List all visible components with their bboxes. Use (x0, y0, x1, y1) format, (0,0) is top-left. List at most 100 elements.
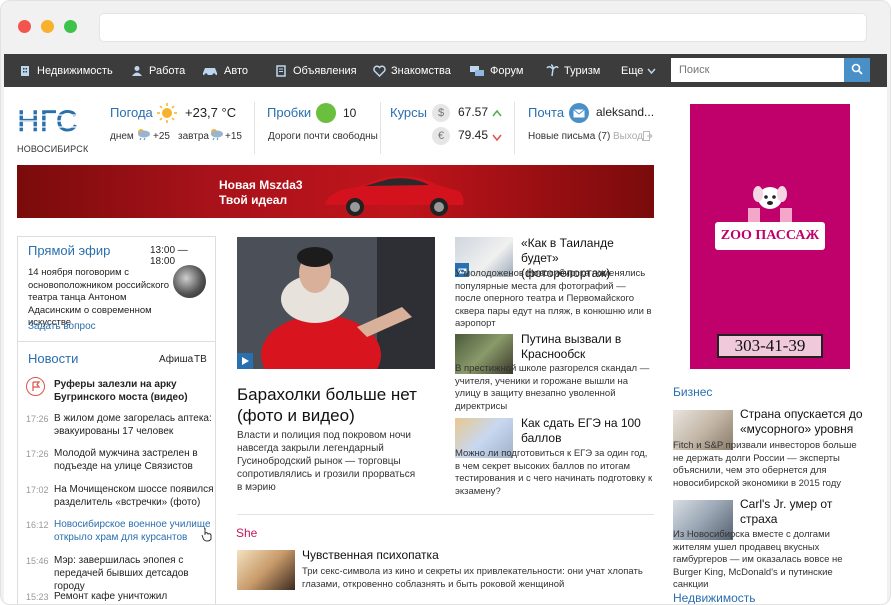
page: Недвижимость Работа Авто Объявления Знак… (4, 54, 887, 604)
business-title[interactable]: Страна опускается до «мусорного» уровня (740, 407, 868, 437)
zoo-phone: 303-41-39 (717, 334, 823, 358)
banner-line1: Новая Mszda3 (219, 178, 303, 192)
arrow-up-icon (492, 106, 502, 120)
news-item[interactable]: На Мочищенском шоссе появился разделител… (54, 483, 214, 509)
mail-link[interactable]: Почта (528, 105, 564, 120)
news-item[interactable]: Мэр: завершилась эпопея с передачей бывш… (54, 554, 214, 593)
nav-item-auto[interactable]: Авто (201, 54, 248, 87)
arrow-down-icon (492, 131, 502, 145)
mail-user[interactable]: aleksand... (596, 105, 654, 119)
nav-label: Недвижимость (37, 64, 113, 77)
news-tab-tv[interactable]: ТВ (194, 354, 207, 365)
nav-item-ads[interactable]: Объявления (274, 54, 357, 87)
day-temp: +25 (153, 131, 170, 142)
dollar-icon: $ (432, 104, 450, 122)
news-time: 17:02 (26, 485, 49, 495)
close-window-button[interactable] (18, 20, 31, 33)
cloud-rain-icon (135, 127, 151, 144)
car-icon (201, 64, 219, 78)
article-text: Можно ли подготовиться к ЕГЭ за один год… (455, 448, 653, 497)
nav-item-tourism[interactable]: Туризм (545, 54, 600, 87)
main-story-image[interactable] (237, 237, 435, 369)
banner-line2: Твой идеал (219, 193, 288, 207)
nav-label: Знакомства (391, 64, 451, 77)
traffic-status: Дороги почти свободны (268, 131, 378, 142)
search-input[interactable] (671, 58, 844, 82)
zoo-logo: ZOO ПАССАЖ (715, 222, 825, 250)
news-title[interactable]: Новости (28, 351, 78, 366)
flag-icon (26, 377, 45, 396)
nav-item-work[interactable]: Работа (130, 54, 185, 87)
divider (514, 102, 515, 154)
article-text: У молодоженов Новосибирска поменялись по… (455, 268, 652, 329)
maximize-window-button[interactable] (64, 20, 77, 33)
business-title[interactable]: Carl's Jr. умер от страха (740, 497, 868, 527)
ask-question-link[interactable]: Задать вопрос (28, 321, 96, 332)
nav-item-realty[interactable]: Недвижимость (18, 54, 113, 87)
traffic-link[interactable]: Пробки (267, 105, 311, 120)
euro-icon: € (432, 127, 450, 145)
divider (18, 341, 215, 342)
cloud-rain-icon (208, 127, 224, 144)
business-section-label[interactable]: Бизнес (673, 385, 712, 399)
search-button[interactable] (844, 58, 870, 82)
divider (237, 514, 654, 515)
logout-link[interactable]: Выход (613, 131, 643, 142)
rates-link[interactable]: Курсы (390, 105, 427, 120)
main-story-text: Власти и полиция под покровом ночи навсе… (237, 430, 416, 493)
car-image (325, 176, 464, 216)
hand-cursor-icon (201, 527, 213, 545)
palm-icon (545, 64, 559, 78)
building-icon (18, 64, 32, 78)
minimize-window-button[interactable] (41, 20, 54, 33)
usd-rate: 67.57 (458, 105, 489, 119)
article-title[interactable]: Как сдать ЕГЭ на 100 баллов (521, 416, 651, 446)
news-item[interactable]: В жилом доме загорелась аптека: эвакуиро… (54, 412, 214, 438)
work-icon (130, 64, 144, 78)
eur-rate: 79.45 (458, 128, 489, 142)
zoo-ad[interactable]: ZOO ПАССАЖ 303-41-39 (690, 104, 850, 369)
nav-more[interactable]: Еще (621, 54, 656, 87)
news-time: 15:23 (26, 592, 49, 602)
nav-more-label: Еще (621, 64, 644, 77)
article-text: В престижной школе разгорелся скандал — … (455, 363, 650, 412)
news-item[interactable]: Молодой мужчина застрелен в подъезде на … (54, 447, 214, 473)
realty-section-label[interactable]: Недвижимость (673, 591, 756, 604)
traffic-score: 10 (343, 106, 357, 120)
heart-icon (372, 64, 386, 78)
news-tab-afisha[interactable]: Афиша (159, 354, 193, 365)
car-banner[interactable]: Новая Mszda3 Твой идеал (17, 165, 654, 218)
ngs-logo[interactable]: НГС (17, 101, 79, 139)
live-title[interactable]: Прямой эфир (28, 243, 110, 258)
nav-label: Объявления (293, 64, 357, 77)
nav-item-dating[interactable]: Знакомства (372, 54, 451, 87)
news-item[interactable]: Руферы залезли на арку Бугринского моста… (54, 378, 214, 404)
logout-icon (643, 130, 653, 144)
nav-item-forum[interactable]: Форум (469, 54, 523, 87)
business-text: Fitch и S&P призвали инвесторов больше н… (673, 440, 857, 489)
tomorrow-temp: +15 (225, 131, 242, 142)
nav-label: Туризм (564, 64, 601, 77)
article-title[interactable]: Путина вызвали в Краснообск (521, 332, 651, 362)
video-play-icon (237, 353, 253, 369)
sun-icon (156, 102, 178, 127)
divider (254, 102, 255, 154)
news-time: 16:12 (26, 520, 49, 530)
new-letters-link[interactable]: Новые письма (7) (528, 131, 610, 142)
news-time: 17:26 (26, 449, 49, 459)
browser-titlebar (1, 1, 890, 54)
divider (380, 102, 381, 154)
ads-icon (274, 64, 288, 78)
business-text: Из Новосибирска вместе с долгами жителям… (673, 529, 843, 590)
she-thumb[interactable] (237, 550, 295, 590)
she-section-label[interactable]: She (236, 526, 257, 540)
address-bar[interactable] (99, 13, 867, 42)
main-story-title[interactable]: Барахолки больше нет (фото и видео) (237, 384, 437, 426)
she-title[interactable]: Чувственная психопатка (302, 548, 439, 562)
top-nav: Недвижимость Работа Авто Объявления Знак… (4, 54, 887, 87)
main-photo (237, 237, 435, 369)
weather-link[interactable]: Погода (110, 105, 153, 120)
live-time: 13:00 — 18:00 (150, 245, 188, 267)
news-item[interactable]: Новосибирское военное училище открыло хр… (54, 518, 214, 544)
news-item[interactable]: Ремонт кафе уничтожил мозаичное (54, 590, 214, 604)
